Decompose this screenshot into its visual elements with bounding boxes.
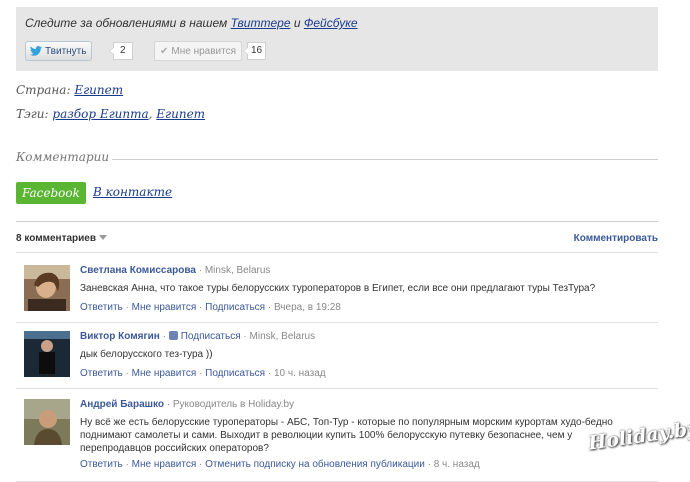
tags-line: Тэги: разбор Египта, Египет [16,107,205,121]
comment-actions: Ответить · Мне нравится · Подписаться · … [80,302,341,313]
avatar[interactable] [24,331,70,377]
like-link[interactable]: Мне нравится [132,459,197,470]
avatar-photo-icon [24,331,70,377]
comment-text-line: Ну всё же есть белорусские туроператоры … [80,417,613,428]
tag-link[interactable]: Египет [156,107,205,121]
follow-prefix: Следите за обновлениями в нашем [25,16,231,30]
divider [16,322,658,323]
country-line: Страна: Египет [16,83,123,97]
comment-time[interactable]: 10 ч. назад [274,368,326,379]
author-role: Руководитель в Holiday.by [172,399,295,410]
subscribe-link[interactable]: Подписаться [205,368,265,379]
comments-title: Комментарии [16,150,113,164]
section-divider [16,159,658,160]
tag-separator: , [148,107,153,121]
twitter-bird-icon [30,46,42,56]
comment-text: Ну всё же есть белорусские туроператоры … [80,416,658,455]
like-label: Мне нравится [171,45,237,57]
comment-actions: Ответить · Мне нравится · Подписаться · … [80,368,326,379]
comment-header: Виктор Комягин · Подписаться · Minsk, Be… [80,331,316,342]
social-follow-box: Следите за обновлениями в нашем Твиттере… [16,7,658,71]
author-name[interactable]: Виктор Комягин [80,331,160,342]
chevron-down-icon [99,235,108,240]
tweet-count: 2 [109,42,133,60]
tag-link[interactable]: разбор Египта [52,107,148,121]
comment-text-line: поднимают самолеты и сами. Выходит в рев… [80,430,573,441]
comment-item: Виктор Комягин · Подписаться · Minsk, Be… [24,331,658,381]
like-count: 16 [242,42,267,60]
checkmark-icon: ✔ [160,45,169,57]
separator-dot: · [195,265,205,276]
reply-link[interactable]: Ответить [80,302,123,313]
tweet-button[interactable]: Твитнуть [25,41,93,61]
author-location: Minsk, Belarus [249,331,316,342]
tweet-label: Твитнуть [45,45,87,57]
comment-time[interactable]: Вчера, в 19:28 [274,302,341,313]
comment-text: Заневская Анна, что такое туры белорусск… [80,283,596,294]
like-link[interactable]: Мне нравится [132,368,197,379]
divider [16,221,658,222]
unsubscribe-link[interactable]: Отменить подписку на обновления публикац… [205,459,425,470]
avatar-photo-icon [24,265,70,311]
comment-item: Светлана Комиссарова · Minsk, Belarus За… [24,265,658,315]
country-link[interactable]: Египет [74,83,123,97]
comment-text: дык белорусского тез-тура )) [80,349,213,360]
subscribe-author-link[interactable]: Подписаться [181,331,241,342]
tags-label: Тэги: [16,107,49,121]
comment-body: Виктор Комягин · Подписаться · Minsk, Be… [80,331,658,379]
avatar-photo-icon [24,399,70,445]
facebook-link[interactable]: Фейсбуке [304,16,358,30]
like-link[interactable]: Мне нравится [132,302,197,313]
comment-body: Светлана Комиссарова · Minsk, Belarus За… [80,265,658,313]
comment-actions: Ответить · Мне нравится · Отменить подпи… [80,459,480,470]
rss-icon [168,331,178,340]
tab-facebook[interactable]: Facebook [16,182,86,204]
author-name[interactable]: Светлана Комиссарова [80,265,196,276]
comment-button[interactable]: Комментировать [574,233,658,244]
comments-count-label: 8 комментариев [16,233,97,244]
avatar[interactable] [24,399,70,445]
comment-header: Андрей Барашко · Руководитель в Holiday.… [80,399,295,410]
follow-text: Следите за обновлениями в нашем Твиттере… [25,16,358,30]
follow-conjunction: и [290,16,304,30]
author-name[interactable]: Андрей Барашко [80,399,164,410]
avatar[interactable] [24,265,70,311]
comment-body: Андрей Барашко · Руководитель в Holiday.… [80,399,658,470]
subscribe-link[interactable]: Подписаться [205,302,265,313]
comment-item: Андрей Барашко · Руководитель в Holiday.… [24,399,658,475]
divider [16,388,658,389]
divider [16,252,658,253]
twitter-link[interactable]: Твиттере [231,16,291,30]
tab-vkontakte[interactable]: В контакте [93,185,172,199]
comments-count-dropdown[interactable]: 8 комментариев [16,233,108,244]
comment-header: Светлана Комиссарова · Minsk, Belarus [80,265,658,276]
like-button[interactable]: ✔ Мне нравится [154,41,243,61]
reply-link[interactable]: Ответить [80,368,123,379]
country-label: Страна: [16,83,71,97]
comment-time[interactable]: 8 ч. назад [434,459,480,470]
comment-text-line: перепродавцов российских операторов? [80,443,269,454]
author-location: Minsk, Belarus [204,265,271,276]
reply-link[interactable]: Ответить [80,459,123,470]
